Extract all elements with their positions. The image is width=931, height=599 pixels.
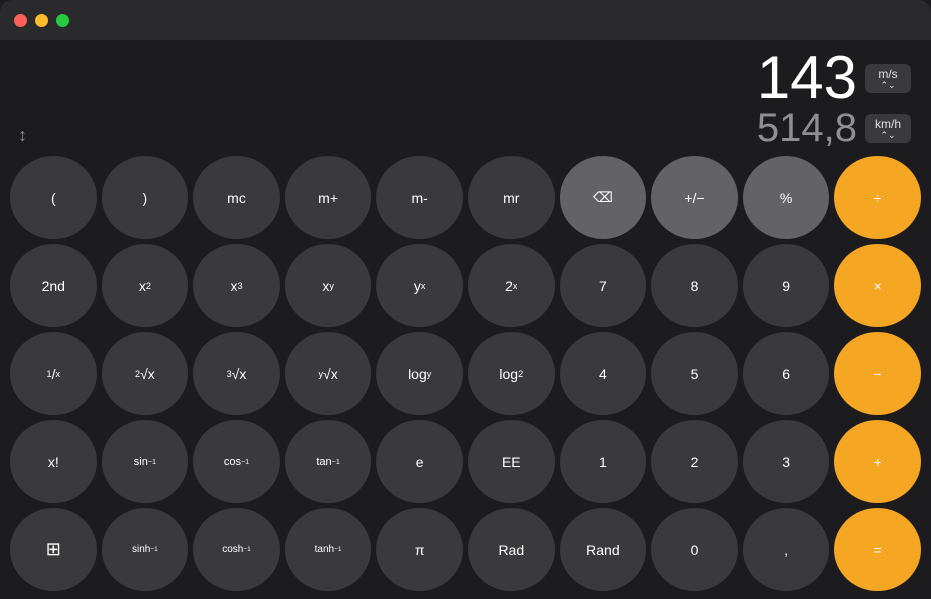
fullscreen-button[interactable] — [56, 14, 69, 27]
log2-button[interactable]: log2 — [468, 332, 555, 415]
two-button[interactable]: 2 — [651, 420, 738, 503]
cosh-inv-button[interactable]: cosh−1 — [193, 508, 280, 591]
y-to-x-button[interactable]: yx — [376, 244, 463, 327]
two-to-x-button[interactable]: 2x — [468, 244, 555, 327]
comma-button[interactable]: , — [743, 508, 830, 591]
four-button[interactable]: 4 — [560, 332, 647, 415]
close-paren-button[interactable]: ) — [102, 156, 189, 239]
secondary-unit-selector[interactable]: km/h ⌃⌄ — [865, 114, 911, 143]
percent-button[interactable]: % — [743, 156, 830, 239]
m-plus-button[interactable]: m+ — [285, 156, 372, 239]
equals-button[interactable]: = — [834, 508, 921, 591]
x-squared-button[interactable]: x2 — [102, 244, 189, 327]
secondary-unit-label: km/h — [875, 117, 901, 131]
open-paren-button[interactable]: ( — [10, 156, 97, 239]
m-minus-button[interactable]: m- — [376, 156, 463, 239]
minus-button[interactable]: − — [834, 332, 921, 415]
ee-button[interactable]: EE — [468, 420, 555, 503]
pi-button[interactable]: π — [376, 508, 463, 591]
second-button[interactable]: 2nd — [10, 244, 97, 327]
calculator-app: 143 m/s ⌃⌄ 514,8 km/h ⌃⌄ ↕ ( ) mc m+ m- … — [0, 0, 931, 599]
history-button[interactable]: ⊞ — [10, 508, 97, 591]
factorial-button[interactable]: x! — [10, 420, 97, 503]
main-unit-chevron: ⌃⌄ — [880, 81, 895, 90]
button-row-3: 1/x 2√x 3√x y√x logy log2 4 5 6 − — [10, 332, 921, 415]
sqrt3-button[interactable]: 3√x — [193, 332, 280, 415]
secondary-display-row: 514,8 km/h ⌃⌄ — [20, 108, 911, 148]
six-button[interactable]: 6 — [743, 332, 830, 415]
button-row-4: x! sin−1 cos−1 tan−1 e EE 1 2 3 + — [10, 420, 921, 503]
five-button[interactable]: 5 — [651, 332, 738, 415]
sinh-inv-button[interactable]: sinh−1 — [102, 508, 189, 591]
eight-button[interactable]: 8 — [651, 244, 738, 327]
close-button[interactable] — [14, 14, 27, 27]
tan-inv-button[interactable]: tan−1 — [285, 420, 372, 503]
title-bar — [0, 0, 931, 40]
plus-button[interactable]: + — [834, 420, 921, 503]
rand-button[interactable]: Rand — [560, 508, 647, 591]
sqrt-y-button[interactable]: y√x — [285, 332, 372, 415]
swap-button[interactable]: ↕ — [18, 125, 27, 146]
three-button[interactable]: 3 — [743, 420, 830, 503]
x-cubed-button[interactable]: x3 — [193, 244, 280, 327]
divide-button[interactable]: ÷ — [834, 156, 921, 239]
one-over-x-button[interactable]: 1/x — [10, 332, 97, 415]
mc-button[interactable]: mc — [193, 156, 280, 239]
euler-button[interactable]: e — [376, 420, 463, 503]
rad-button[interactable]: Rad — [468, 508, 555, 591]
mr-button[interactable]: mr — [468, 156, 555, 239]
tanh-inv-button[interactable]: tanh−1 — [285, 508, 372, 591]
backspace-button[interactable]: ⌫ — [560, 156, 647, 239]
secondary-value: 514,8 — [757, 108, 857, 148]
main-value: 143 — [757, 48, 857, 108]
log-y-button[interactable]: logy — [376, 332, 463, 415]
cos-inv-button[interactable]: cos−1 — [193, 420, 280, 503]
zero-button[interactable]: 0 — [651, 508, 738, 591]
sqrt2-button[interactable]: 2√x — [102, 332, 189, 415]
sin-inv-button[interactable]: sin−1 — [102, 420, 189, 503]
multiply-button[interactable]: × — [834, 244, 921, 327]
keypad: ( ) mc m+ m- mr ⌫ +/− % ÷ 2nd x2 x3 xy y… — [0, 152, 931, 599]
display-section: 143 m/s ⌃⌄ 514,8 km/h ⌃⌄ ↕ — [0, 40, 931, 152]
main-display-row: 143 m/s ⌃⌄ — [20, 48, 911, 108]
x-to-y-button[interactable]: xy — [285, 244, 372, 327]
minimize-button[interactable] — [35, 14, 48, 27]
button-row-2: 2nd x2 x3 xy yx 2x 7 8 9 × — [10, 244, 921, 327]
button-row-1: ( ) mc m+ m- mr ⌫ +/− % ÷ — [10, 156, 921, 239]
plus-minus-button[interactable]: +/− — [651, 156, 738, 239]
secondary-unit-chevron: ⌃⌄ — [880, 131, 895, 140]
seven-button[interactable]: 7 — [560, 244, 647, 327]
button-row-5: ⊞ sinh−1 cosh−1 tanh−1 π Rad Rand 0 , = — [10, 508, 921, 591]
main-unit-selector[interactable]: m/s ⌃⌄ — [865, 64, 911, 93]
nine-button[interactable]: 9 — [743, 244, 830, 327]
main-unit-label: m/s — [878, 67, 897, 81]
one-button[interactable]: 1 — [560, 420, 647, 503]
